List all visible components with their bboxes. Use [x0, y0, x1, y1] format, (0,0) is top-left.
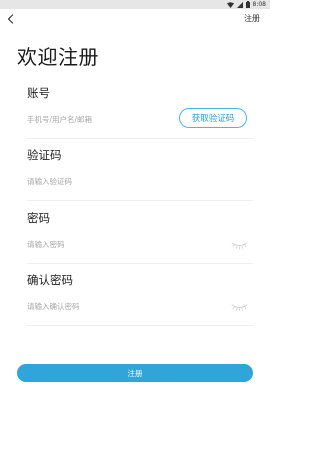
signal-icon [236, 1, 243, 8]
get-code-button[interactable]: 获取验证码 [179, 108, 247, 128]
nav-register-link[interactable]: 注册 [244, 14, 260, 24]
account-divider [27, 138, 253, 139]
confirm-divider [27, 325, 253, 326]
account-field-group: 账号 获取验证码 [27, 86, 253, 140]
code-label: 验证码 [27, 148, 62, 162]
eye-closed-icon[interactable] [231, 303, 248, 311]
password-input[interactable] [27, 237, 167, 251]
confirm-input[interactable] [27, 299, 167, 313]
account-input[interactable] [27, 112, 167, 126]
code-input[interactable] [27, 174, 167, 188]
code-field-group: 验证码 [27, 148, 253, 202]
account-label: 账号 [27, 86, 50, 100]
confirm-field-group: 确认密码 [27, 273, 253, 327]
status-indicators: 8:08 [226, 0, 266, 9]
page-title: 欢迎注册 [17, 45, 99, 69]
wifi-icon [226, 1, 234, 8]
register-button[interactable]: 注册 [17, 364, 253, 382]
password-divider [27, 263, 253, 264]
status-bar: 8:08 [0, 0, 270, 9]
confirm-label: 确认密码 [27, 273, 73, 287]
password-label: 密码 [27, 211, 50, 225]
chevron-left-icon[interactable] [5, 13, 17, 25]
password-field-group: 密码 [27, 211, 253, 265]
battery-icon [245, 1, 250, 8]
code-divider [27, 200, 253, 201]
eye-closed-icon[interactable] [231, 241, 248, 249]
status-time: 8:08 [252, 1, 266, 8]
nav-bar: 注册 [0, 9, 270, 29]
